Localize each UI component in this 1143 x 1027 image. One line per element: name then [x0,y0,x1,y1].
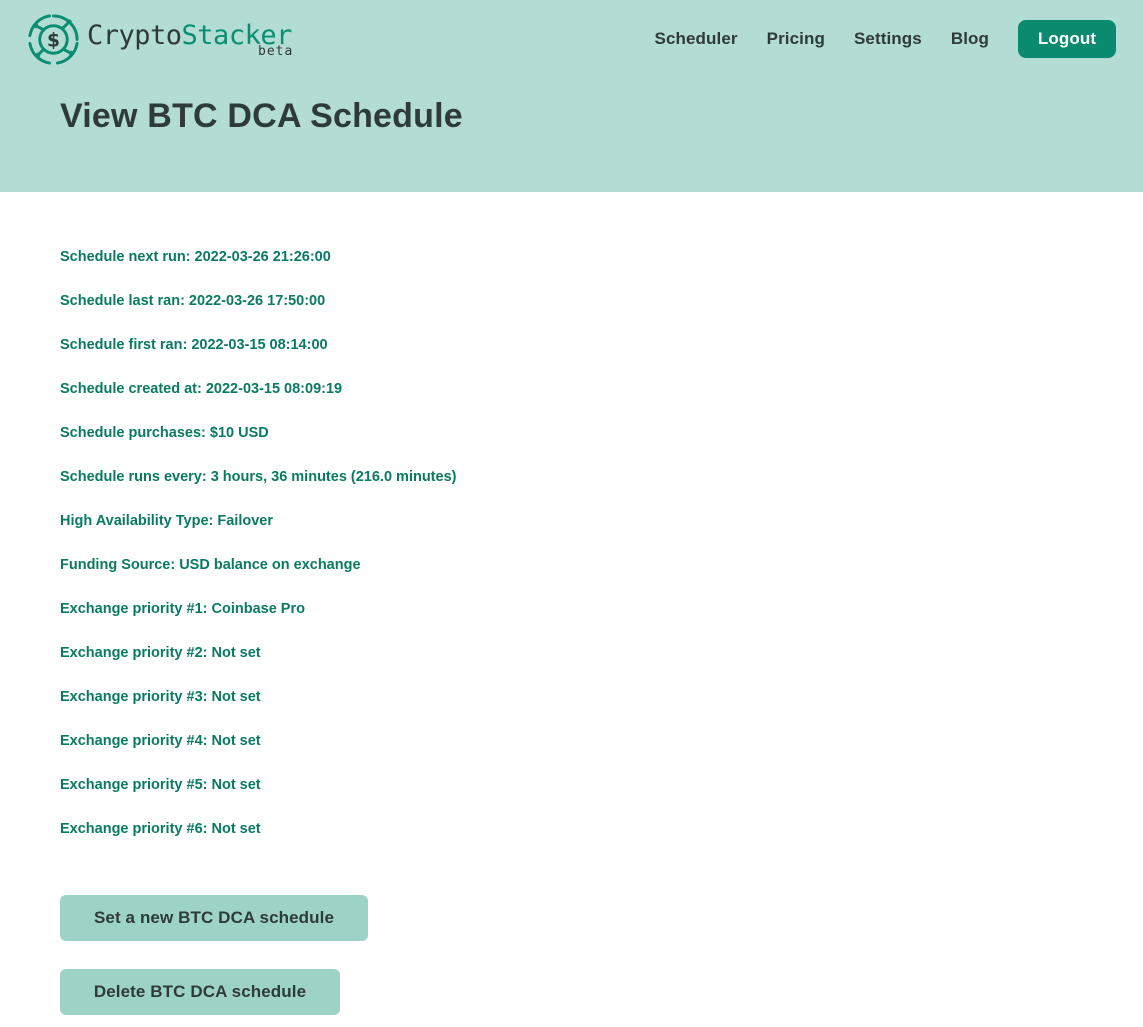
coin-circuit-icon: $ [28,13,79,65]
schedule-interval: Schedule runs every: 3 hours, 36 minutes… [60,469,457,485]
schedule-created-at: Schedule created at: 2022-03-15 08:09:19 [60,381,343,397]
logout-button[interactable]: Logout [1018,20,1116,58]
exchange-priority-4: Exchange priority #4: Not set [60,733,261,749]
schedule-first-ran: Schedule first ran: 2022-03-15 08:14:00 [60,337,328,353]
exchange-priority-2: Exchange priority #2: Not set [60,645,261,661]
schedule-last-ran: Schedule last ran: 2022-03-26 17:50:00 [60,293,326,309]
schedule-next-run: Schedule next run: 2022-03-26 21:26:00 [60,249,331,265]
brand-name-part1: Crypto [87,20,182,51]
svg-text:$: $ [47,30,60,51]
nav-item-blog[interactable]: Blog [951,29,989,49]
schedule-purchase-amount: Schedule purchases: $10 USD [60,425,269,441]
funding-source: Funding Source: USD balance on exchange [60,557,361,573]
beta-tag: beta [258,44,294,59]
page-title: View BTC DCA Schedule [60,97,463,135]
brand-logo[interactable]: $ CryptoStacker beta [26,11,292,67]
high-availability-type: High Availability Type: Failover [60,513,273,529]
exchange-priority-3: Exchange priority #3: Not set [60,689,261,705]
schedule-details-list: Schedule next run: 2022-03-26 21:26:00 S… [60,246,456,862]
nav-item-pricing[interactable]: Pricing [767,29,825,49]
nav-item-settings[interactable]: Settings [854,29,922,49]
top-nav: Scheduler Pricing Settings Blog Logout [655,20,1116,58]
exchange-priority-6: Exchange priority #6: Not set [60,821,261,837]
exchange-priority-5: Exchange priority #5: Not set [60,777,261,793]
delete-schedule-button[interactable]: Delete BTC DCA schedule [60,969,340,1015]
header-banner: $ CryptoStacker beta Scheduler Pricing S… [0,0,1143,192]
exchange-priority-1: Exchange priority #1: Coinbase Pro [60,601,305,617]
nav-item-scheduler[interactable]: Scheduler [655,29,738,49]
set-new-schedule-button[interactable]: Set a new BTC DCA schedule [60,895,368,941]
